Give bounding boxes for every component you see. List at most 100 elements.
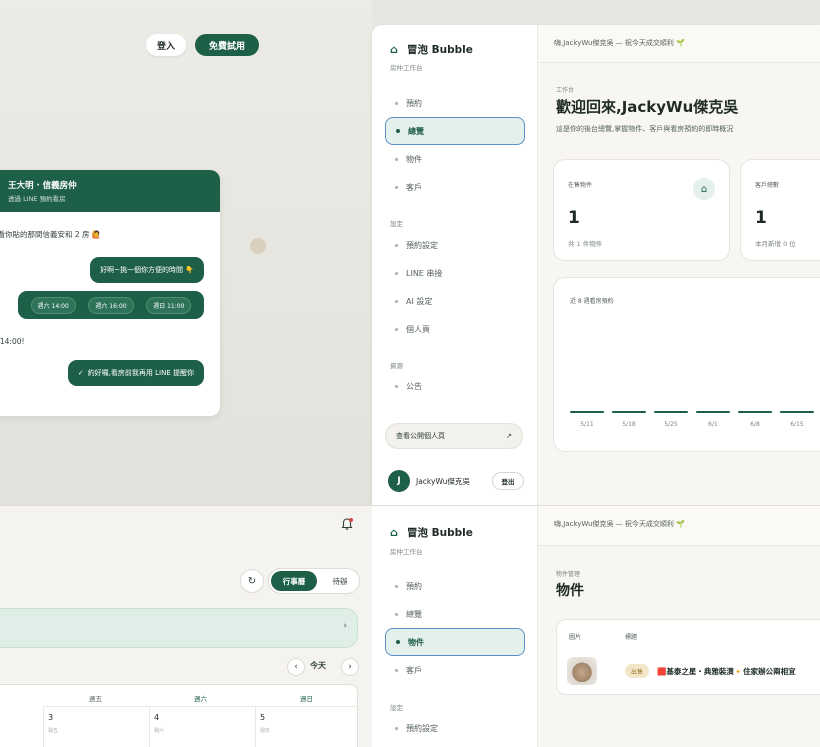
page-eyebrow: 工作台 [556,87,575,94]
chart-bar [780,411,814,413]
nav-label: 公告 [406,381,422,391]
tab-todo[interactable]: 待辦 [321,571,359,591]
stat-label: 客戶總數 [755,182,780,189]
nav-item-booking-settings[interactable]: 預約設定 [385,714,525,742]
nav-item-overview[interactable]: 總覽 [385,117,525,145]
today-button[interactable]: 今天 [310,660,326,671]
bullet-icon [395,157,398,161]
bullet-icon [396,129,400,133]
confirm-text: 約好囉,看房前我再用 LINE 提醒你 [87,369,194,377]
nav-item-ai[interactable]: AI 設定 [385,287,525,315]
page-eyebrow: 物件管理 [556,571,581,578]
brand-logo[interactable]: ⌂ 冒泡 Bubble [390,42,473,57]
nav-item-line[interactable]: LINE 串接 [385,259,525,287]
logout-button[interactable]: 登出 [492,472,524,490]
bullet-icon [395,185,398,189]
nav-label: AI 設定 [406,296,433,306]
page-description: 這是你的後台總覽,掌握物件、客戶與看房預約的即時概況 [556,125,734,133]
chart-tick-label: 5/18 [622,421,636,428]
calendar-header: 週日 [300,695,313,703]
brand-subtitle: 房仲工作台 [390,548,423,556]
chart-tick-label: 6/1 [708,421,718,428]
refresh-button[interactable]: ↻ [240,569,264,593]
nav-item-appointments[interactable]: 預約 [385,89,525,117]
greeting-bar: 嗨,JackyWu傑克吳 — 祝今天成交順利 🌱 [538,506,820,546]
chevron-right-icon: › [343,621,347,631]
nav-item-profile[interactable]: 個人頁 [385,315,525,343]
day-number: 5 [260,713,266,722]
column-header-title: 標題 [625,634,638,641]
chat-contact-sub: 透過 LINE 預約看房 [8,195,66,203]
appointments-chart-card: 近 8 週看房預約 5/11 5/18 5/25 6/1 6/8 6/15 [553,277,820,452]
nav-item-properties[interactable]: 物件 [385,628,525,656]
dashboard-window: ⌂ 冒泡 Bubble 房仲工作台 預約 總覽 物件 客戶 設定 預約設定 LI… [372,25,820,505]
greeting-bar: 嗨,JackyWu傑克吳 — 祝今天成交順利 🌱 [538,25,820,63]
chart-bar [738,411,772,413]
bullet-icon [395,101,398,105]
stat-card-listings[interactable]: 在售物件 ⌂ 1 共 1 件物件 [553,159,730,261]
bullet-icon [395,271,398,275]
bell-icon[interactable] [340,517,354,531]
chart-bar [654,411,688,413]
nav-label: 預約 [406,581,422,591]
nav-label: 預約設定 [406,723,438,733]
nav-item-clients[interactable]: 客戶 [385,656,525,684]
nav-section-settings: 設定 [390,220,403,228]
login-button[interactable]: 登入 [146,34,186,56]
tab-calendar[interactable]: 行事曆 [271,571,317,591]
time-chip[interactable]: 週六 16:00 [88,296,134,314]
nav-item-clients[interactable]: 客戶 [385,173,525,201]
avatar[interactable]: J [388,470,410,492]
property-title-link[interactable]: 🟥基泰之星・典雅裝潢🔸住家辦公兩相宜 [657,666,796,677]
nav-label: 預約 [406,98,422,108]
day-label: 週六 [154,728,165,734]
sidebar: ⌂ 冒泡 Bubble 房仲工作台 預約 總覽 物件 客戶 設定 預約設定 LI… [372,25,538,505]
nav-label: 總覽 [406,609,422,619]
landing-panel: 登入 免費試用 王大明 · 信義房仲 透過 LINE 預約看房 想看你貼的那間信… [0,0,372,505]
decorative-dot [250,238,266,254]
calendar-header: 週六 [194,695,207,703]
chart-tick-label: 6/8 [750,421,760,428]
day-label: 週日 [260,728,271,734]
brand-subtitle: 房仲工作台 [390,64,423,72]
brand-logo[interactable]: ⌂ 冒泡 Bubble [390,525,473,540]
bubble-logo-icon: ⌂ [390,42,398,56]
chart-tick-label: 5/11 [580,421,594,428]
stat-card-clients[interactable]: 客戶總數 1 本月新增 0 位 [740,159,820,261]
next-week-button[interactable]: › [341,658,359,676]
column-header-image: 圖片 [569,634,582,641]
greeting-text: 嗨,JackyWu傑克吳 — 祝今天成交順利 🌱 [554,520,685,528]
stat-value: 1 [755,208,767,228]
nav-item-announcements[interactable]: 公告 [385,372,525,400]
calendar-day-cell[interactable]: 5 週日 [255,706,359,747]
page-title: 歡迎回來,JackyWu傑克吳 [556,98,739,116]
time-chip[interactable]: 週六 14:00 [30,296,76,314]
calendar-panel: ↻ 行事曆 待辦 › ‹ 今天 › 週五 週六 週日 3 週五 4 週六 5 週… [0,505,372,747]
calendar-day-cell[interactable]: 3 週五 [43,706,149,747]
line-chat-preview: 王大明 · 信義房仲 透過 LINE 預約看房 想看你貼的那間信義安和 2 房 … [0,170,220,416]
nav-item-overview[interactable]: 總覽 [385,600,525,628]
nav-item-appointments[interactable]: 預約 [385,572,525,600]
view-public-page-button[interactable]: 查看公開個人頁 ↗ [385,423,523,449]
nav-item-booking-settings[interactable]: 預約設定 [385,231,525,259]
free-trial-button[interactable]: 免費試用 [195,34,259,56]
calendar-day-cell[interactable]: 4 週六 [149,706,255,747]
nav-label: LINE 串接 [406,268,443,278]
nav-label: 預約設定 [406,240,438,250]
stat-sub: 本月新增 0 位 [755,240,796,248]
chart-bar [612,411,646,413]
chat-message-outgoing: 好啊~挑一個你方便的時間 👇 [90,257,204,283]
calendar-banner[interactable]: › [0,608,358,648]
property-thumbnail[interactable] [567,657,597,685]
view-toggle: 行事曆 待辦 [268,568,360,594]
nav-section-resources: 資源 [390,362,403,370]
brand-name: 冒泡 Bubble [407,44,473,56]
nav-item-properties[interactable]: 物件 [385,145,525,173]
greeting-text: 嗨,JackyWu傑克吳 — 祝今天成交順利 🌱 [554,39,685,47]
time-chip[interactable]: 週日 11:00 [146,296,192,314]
day-number: 4 [154,713,160,722]
check-icon: ✓ [77,369,84,377]
user-name: JackyWu傑克吳 [416,477,470,486]
prev-week-button[interactable]: ‹ [287,658,305,676]
status-badge: 出售 [625,664,650,678]
